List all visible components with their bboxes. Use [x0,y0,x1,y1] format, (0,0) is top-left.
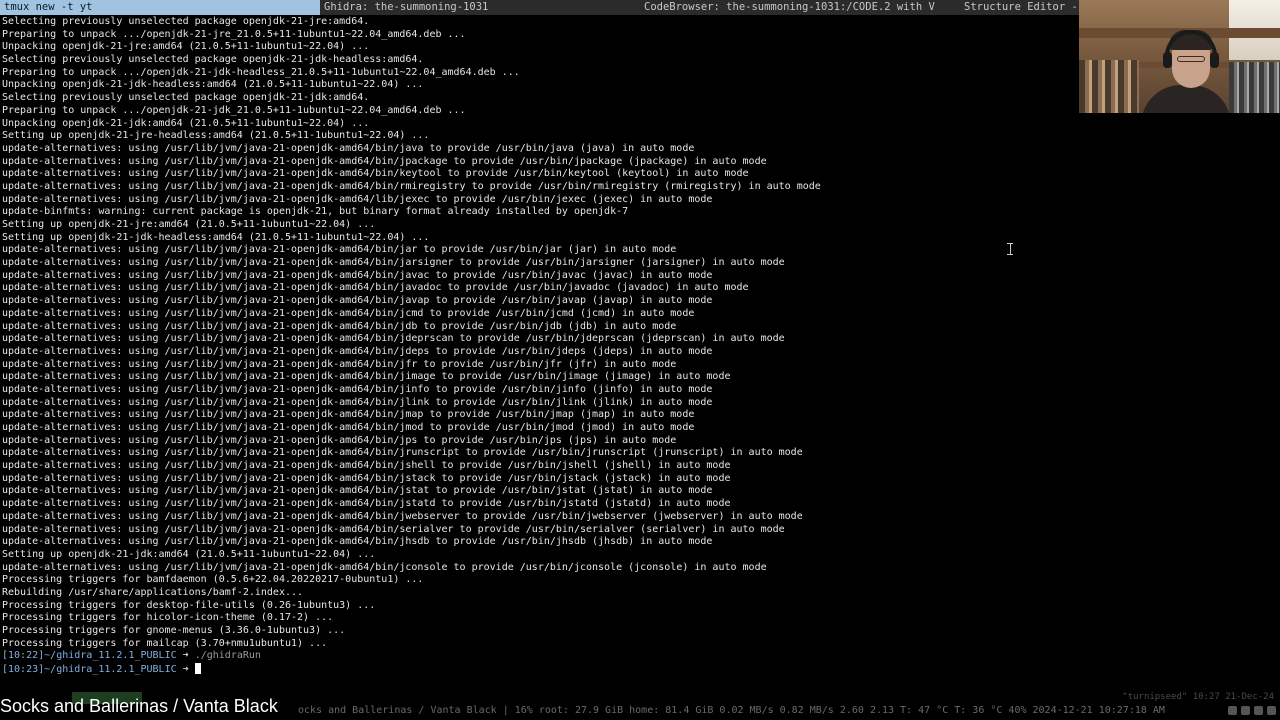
terminal-line: update-alternatives: using /usr/lib/jvm/… [2,472,731,484]
prompt-time: [10:22] [2,650,45,662]
terminal-line: update-alternatives: using /usr/lib/jvm/… [2,498,731,510]
shell-prompt: [10:23]~/ghidra_11.2.1_PUBLIC ➜ [2,663,1278,676]
terminal-line: update-alternatives: using /usr/lib/jvm/… [2,269,713,281]
terminal-output[interactable]: Selecting previously unselected package … [2,16,1278,681]
terminal-line: update-alternatives: using /usr/lib/jvm/… [2,523,785,535]
terminal-line: update-alternatives: using /usr/lib/jvm/… [2,409,695,421]
terminal-line: update-alternatives: using /usr/lib/jvm/… [2,510,803,522]
tmux-host-clock: "turnipseed" 10:27 21-Dec-24 [1122,692,1274,702]
prompt-path: ~/ghidra_11.2.1_PUBLIC [44,650,177,662]
prompt-command: ./ghidraRun [194,650,261,662]
tray-power-icon[interactable] [1267,706,1276,715]
terminal-line: Processing triggers for hicolor-icon-the… [2,612,334,624]
tab-codebrowser[interactable]: CodeBrowser: the-summoning-1031:/CODE.2 … [640,0,960,15]
terminal-line: Processing triggers for gnome-menus (3.3… [2,625,346,636]
terminal-line: update-alternatives: using /usr/lib/jvm/… [2,307,695,319]
terminal-line: update-alternatives: using /usr/lib/jvm/… [2,155,767,167]
prompt-time: [10:23] [2,664,45,676]
terminal-line: update-alternatives: using /usr/lib/jvm/… [2,257,785,269]
text-cursor [194,663,201,675]
shell-prompt: [10:22]~/ghidra_11.2.1_PUBLIC ➜ ./ghidra… [2,650,1278,663]
system-status-bar: ocks and Ballerinas / Vanta Black | 16% … [298,705,1165,716]
terminal-line: Processing triggers for desktop-file-uti… [2,599,376,611]
terminal-line: update-alternatives: using /usr/lib/jvm/… [2,536,713,548]
terminal-line: Setting up openjdk-21-jdk:amd64 (21.0.5+… [2,548,376,560]
terminal-line: Rebuilding /usr/share/applications/bamf-… [2,586,304,598]
terminal-line: Processing triggers for mailcap (3.70+nm… [2,637,328,649]
terminal-line: update-alternatives: using /usr/lib/jvm/… [2,180,821,192]
terminal-line: update-alternatives: using /usr/lib/jvm/… [2,333,785,345]
terminal-line: update-alternatives: using /usr/lib/jvm/… [2,282,749,294]
webcam-overlay [1079,0,1280,113]
webcam-person-body [1141,85,1231,113]
tray-keyboard-icon[interactable] [1254,706,1263,715]
tab-ghidra-project[interactable]: Ghidra: the-summoning-1031 [320,0,640,15]
now-playing-overlay: Socks and Ballerinas / Vanta Black [0,696,278,716]
tray-volume-icon[interactable] [1241,706,1250,715]
terminal-line: update-alternatives: using /usr/lib/jvm/… [2,320,677,332]
terminal-line: update-alternatives: using /usr/lib/jvm/… [2,193,713,205]
terminal-line: update-alternatives: using /usr/lib/jvm/… [2,396,713,408]
prompt-path: ~/ghidra_11.2.1_PUBLIC [44,664,177,676]
headset-earcup [1163,52,1172,68]
prompt-arrow-icon: ➜ [182,650,189,662]
terminal-line: update-alternatives: using /usr/lib/jvm/… [2,434,677,446]
terminal-line: update-alternatives: using /usr/lib/jvm/… [2,447,803,459]
terminal-line: update-alternatives: using /usr/lib/jvm/… [2,168,749,180]
terminal-line: Setting up openjdk-21-jdk-headless:amd64… [2,231,430,243]
terminal-line: update-alternatives: using /usr/lib/jvm/… [2,244,677,256]
terminal-line: update-binfmts: warning: current package… [2,206,629,218]
terminal-line: update-alternatives: using /usr/lib/jvm/… [2,561,767,573]
terminal-line: Setting up openjdk-21-jre-headless:amd64… [2,130,430,142]
terminal-line: update-alternatives: using /usr/lib/jvm/… [2,142,695,154]
headset-earcup [1210,52,1219,68]
screen: tmux new -t yt Ghidra: the-summoning-103… [0,0,1280,720]
terminal-line: Unpacking openjdk-21-jdk:amd64 (21.0.5+1… [2,117,370,129]
system-tray [1228,706,1276,718]
terminal-line: update-alternatives: using /usr/lib/jvm/… [2,358,677,370]
terminal-line: update-alternatives: using /usr/lib/jvm/… [2,371,731,383]
tray-network-icon[interactable] [1228,706,1237,715]
tab-tmux[interactable]: tmux new -t yt [0,0,320,15]
mouse-ibeam-cursor-icon [1007,243,1013,255]
terminal-line: update-alternatives: using /usr/lib/jvm/… [2,295,713,307]
webcam-shelf [1079,60,1139,113]
terminal-line: update-alternatives: using /usr/lib/jvm/… [2,345,713,357]
terminal-line: Setting up openjdk-21-jre:amd64 (21.0.5+… [2,219,376,230]
webcam-shelf [1229,62,1280,113]
terminal-line: update-alternatives: using /usr/lib/jvm/… [2,383,713,395]
prompt-arrow-icon: ➜ [182,664,189,676]
status-area: "turnipseed" 10:27 21-Dec-24 ocks and Ba… [0,684,1280,720]
terminal-line: update-alternatives: using /usr/lib/jvm/… [2,422,695,433]
terminal-line: update-alternatives: using /usr/lib/jvm/… [2,460,731,472]
terminal-line: update-alternatives: using /usr/lib/jvm/… [2,485,713,497]
terminal-line: Processing triggers for bamfdaemon (0.5.… [2,574,424,586]
